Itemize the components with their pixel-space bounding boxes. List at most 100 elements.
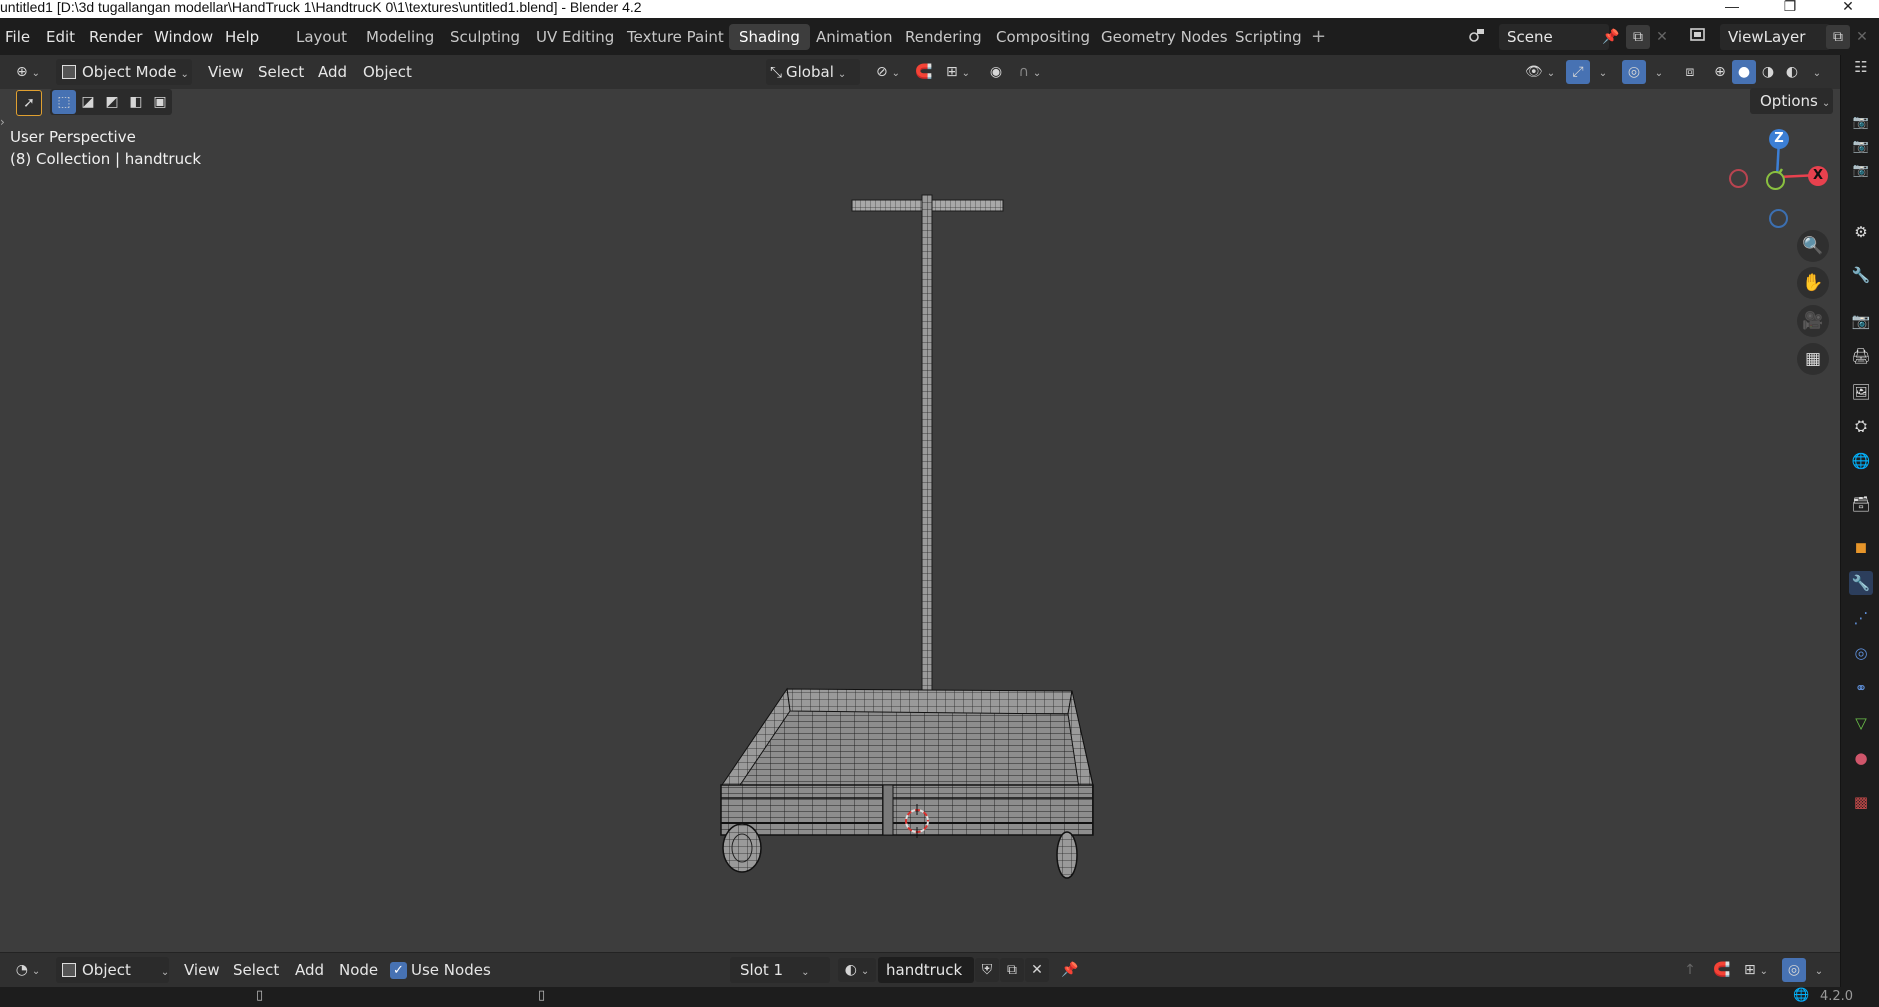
tab-modeling[interactable]: Modeling — [356, 24, 444, 50]
node-snap-icon[interactable]: 🧲 — [1710, 958, 1734, 982]
shading-dropdown-icon[interactable]: ⌄ — [1804, 60, 1826, 84]
menu-object[interactable]: Object — [363, 59, 412, 85]
constraints-tab-icon[interactable]: ⚭ — [1849, 676, 1873, 700]
outliner-icon[interactable]: ☷ — [1849, 55, 1873, 79]
proportional-edit-icon[interactable]: ◉ — [984, 60, 1008, 84]
delete-view-layer-icon[interactable]: ✕ — [1850, 25, 1874, 49]
menu-edit[interactable]: Edit — [46, 26, 75, 48]
menu-view[interactable]: View — [208, 59, 244, 85]
overlays-toggle-icon[interactable]: ◎ — [1622, 60, 1646, 84]
falloff-icon[interactable]: ∩ ⌄ — [1010, 60, 1050, 84]
material-browse-icon[interactable]: ◐ ⌄ — [838, 958, 876, 982]
select-subtract-icon[interactable]: ◩ — [100, 90, 124, 114]
unlink-material-icon[interactable]: ✕ — [1025, 958, 1049, 982]
tab-texture-paint[interactable]: Texture Paint — [617, 24, 734, 50]
hide-viewport-icon-1[interactable]: 📷 — [1849, 111, 1873, 135]
new-scene-icon[interactable]: ⧉ — [1626, 25, 1650, 49]
tool-settings-icon[interactable]: ⚙ — [1849, 220, 1873, 244]
pan-hand-icon[interactable]: ✋ — [1797, 267, 1829, 299]
overlays-dropdown-icon[interactable]: ⌄ — [1646, 60, 1668, 84]
tab-uv-editing[interactable]: UV Editing — [526, 24, 624, 50]
3d-viewport[interactable]: › User Perspective (8) Collection | hand… — [0, 55, 1840, 952]
node-overlays-icon[interactable]: ◎ — [1782, 958, 1806, 982]
tab-animation[interactable]: Animation — [806, 24, 902, 50]
hide-viewport-icon-3[interactable]: 📷 — [1849, 159, 1873, 183]
node-menu-view[interactable]: View — [184, 957, 220, 983]
node-menu-add[interactable]: Add — [295, 957, 324, 983]
select-tool-icon[interactable]: ➚ — [16, 90, 42, 116]
physics-tab-icon[interactable]: ◎ — [1849, 641, 1873, 665]
use-nodes-checkbox[interactable]: ✓ — [390, 962, 407, 979]
output-tab-icon[interactable]: 🖨 — [1849, 344, 1873, 368]
material-name-field[interactable]: handtruck — [878, 957, 974, 983]
menu-file[interactable]: File — [5, 26, 30, 48]
select-intersect-icon[interactable]: ▣ — [148, 90, 172, 114]
parent-node-tree-icon[interactable]: ↑ — [1678, 958, 1702, 982]
object-mode-dropdown[interactable]: Object Mode ⌄ — [56, 59, 192, 85]
snap-toggle-icon[interactable]: 🧲 — [912, 60, 936, 84]
scene-tab-icon[interactable]: ⛭ — [1849, 414, 1873, 438]
add-workspace-button[interactable]: + — [1311, 26, 1326, 48]
select-extend-icon[interactable]: ◪ — [76, 90, 100, 114]
gizmo-z-axis[interactable]: Z — [1769, 129, 1789, 149]
tab-rendering[interactable]: Rendering — [895, 24, 992, 50]
texture-tab-icon[interactable]: ▩ — [1849, 790, 1873, 814]
world-tab-icon[interactable]: 🌐 — [1849, 449, 1873, 473]
gizmo-neg-x-axis[interactable] — [1729, 169, 1748, 188]
delete-scene-icon[interactable]: ✕ — [1650, 25, 1674, 49]
scene-icon[interactable] — [1465, 25, 1489, 49]
handtruck-model[interactable] — [0, 55, 1840, 952]
menu-window[interactable]: Window — [154, 26, 213, 48]
visibility-icon[interactable]: 👁 ⌄ — [1520, 60, 1560, 84]
menu-help[interactable]: Help — [225, 26, 259, 48]
menu-add[interactable]: Add — [318, 59, 347, 85]
fake-user-shield-icon[interactable]: ⛨ — [975, 958, 999, 982]
tab-layout[interactable]: Layout — [286, 24, 357, 50]
editor-type-icon[interactable]: ⊕ ⌄ — [10, 60, 46, 84]
node-menu-node[interactable]: Node — [339, 957, 378, 983]
tool-tab-icon[interactable]: 🔧 — [1849, 263, 1873, 287]
data-tab-icon[interactable]: ▽ — [1849, 711, 1873, 735]
material-preview-icon[interactable]: ◑ — [1756, 60, 1780, 84]
tab-compositing[interactable]: Compositing — [986, 24, 1100, 50]
view-layer-icon[interactable] — [1686, 25, 1710, 49]
rendered-shading-icon[interactable]: ◐ — [1780, 60, 1804, 84]
render-tab-icon[interactable]: 📷 — [1849, 309, 1873, 333]
gizmo-y-axis[interactable] — [1766, 171, 1785, 190]
select-new-icon[interactable]: ⬚ — [52, 90, 76, 114]
hide-viewport-icon-2[interactable]: 📷 — [1849, 135, 1873, 159]
node-menu-select[interactable]: Select — [233, 957, 279, 983]
solid-shading-icon[interactable]: ● — [1732, 60, 1756, 84]
maximize-button[interactable]: ❐ — [1775, 0, 1805, 14]
pin-node-tree-icon[interactable]: 📌 — [1058, 958, 1082, 982]
zoom-icon[interactable]: 🔍 — [1797, 230, 1829, 262]
snap-target-icon[interactable]: ⊞ ⌄ — [938, 60, 978, 84]
tab-scripting[interactable]: Scripting — [1225, 24, 1312, 50]
scene-name-field[interactable]: Scene — [1499, 24, 1609, 50]
view-layer-tab-icon[interactable]: 🖼 — [1849, 380, 1873, 404]
particles-tab-icon[interactable]: ⋰ — [1849, 606, 1873, 630]
node-overlays-dropdown-icon[interactable]: ⌄ — [1806, 958, 1828, 982]
options-dropdown[interactable]: Options ⌄ — [1750, 88, 1833, 114]
material-tab-icon[interactable]: ● — [1849, 746, 1873, 770]
gizmo-x-axis[interactable]: X — [1808, 166, 1828, 186]
material-slot-dropdown[interactable]: Slot 1 ⌄ — [730, 957, 830, 983]
sidebar-toggle-icon[interactable]: › — [0, 115, 5, 129]
menu-render[interactable]: Render — [89, 26, 142, 48]
close-button[interactable]: ✕ — [1833, 0, 1863, 14]
collection-tab-icon[interactable]: 🗃 — [1849, 492, 1873, 516]
pivot-point-icon[interactable]: ⊘ ⌄ — [868, 60, 908, 84]
shader-type-dropdown[interactable]: Object ⌄ — [56, 957, 169, 983]
menu-select[interactable]: Select — [258, 59, 304, 85]
perspective-grid-icon[interactable]: ▦ — [1797, 343, 1829, 375]
tab-geometry-nodes[interactable]: Geometry Nodes — [1091, 24, 1238, 50]
gizmo-toggle-icon[interactable]: ⤢ — [1566, 60, 1590, 84]
new-view-layer-icon[interactable]: ⧉ — [1826, 25, 1850, 49]
object-tab-icon[interactable]: ◼ — [1849, 535, 1873, 559]
camera-view-icon[interactable]: 🎥 — [1797, 305, 1829, 337]
modifiers-tab-icon[interactable]: 🔧 — [1849, 571, 1873, 595]
tab-sculpting[interactable]: Sculpting — [440, 24, 530, 50]
pin-scene-icon[interactable]: 📌 — [1599, 25, 1623, 49]
wireframe-shading-icon[interactable]: ⊕ — [1708, 60, 1732, 84]
xray-toggle-icon[interactable]: ⧈ — [1678, 60, 1702, 84]
